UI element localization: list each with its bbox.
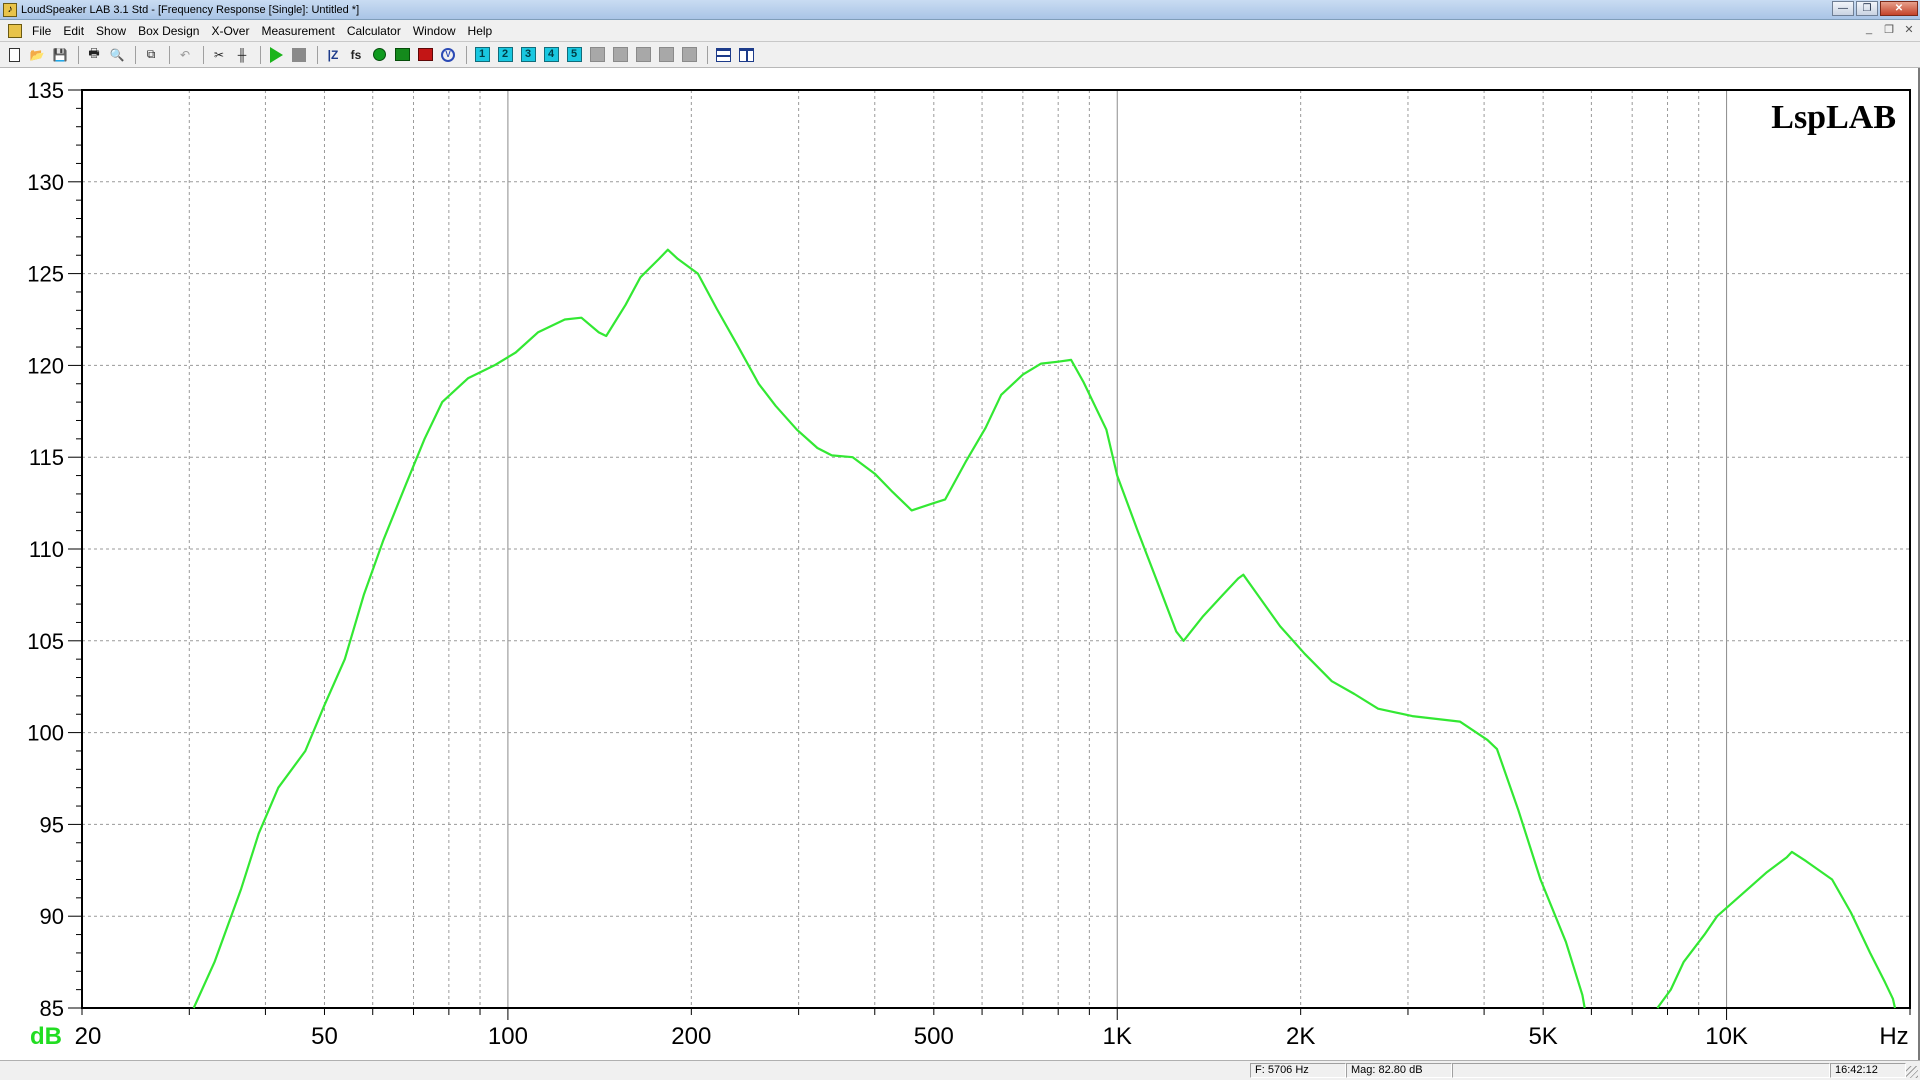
menu-show[interactable]: Show (90, 24, 132, 38)
print-preview-icon[interactable]: 🔍 (107, 45, 127, 65)
toolbar-separator (203, 45, 204, 64)
toolbar-separator (169, 45, 170, 64)
toolbar: 📂 💾 🖶 🔍 ⧉ ↶ ✂ ╫ |Z fs V 1 2 3 4 5 (0, 42, 1920, 68)
magnitude-readout: Mag: 82.80 dB (1346, 1063, 1452, 1078)
stop-icon[interactable] (289, 45, 309, 65)
close-button[interactable]: ✕ (1880, 1, 1918, 16)
menu-measurement[interactable]: Measurement (255, 24, 340, 38)
x-tick-label: 20 (75, 1023, 102, 1050)
y-tick-label: 85 (40, 996, 64, 1021)
x-axis-unit-label: Hz (1879, 1023, 1908, 1050)
time-readout: 16:42:12 (1830, 1063, 1906, 1078)
x-tick-label: 200 (671, 1023, 711, 1050)
response-curve (1656, 850, 1897, 1009)
toolbar-separator (317, 45, 318, 64)
status-panel-empty (1452, 1063, 1830, 1078)
toolbar-separator (78, 45, 79, 64)
window-controls: — ❐ ✕ (1832, 1, 1918, 16)
curve-2-button[interactable]: 2 (495, 45, 515, 65)
green-circle-icon[interactable] (369, 45, 389, 65)
green-chart-icon[interactable] (392, 45, 412, 65)
menu-box-design[interactable]: Box Design (132, 24, 205, 38)
x-tick-label: 100 (488, 1023, 528, 1050)
disabled-button[interactable] (610, 45, 630, 65)
restore-button[interactable]: ❐ (1856, 1, 1878, 16)
red-chart-icon[interactable] (415, 45, 435, 65)
fs-icon[interactable]: fs (346, 45, 366, 65)
y-axis-unit-label: dB (30, 1023, 62, 1050)
menu-help[interactable]: Help (462, 24, 499, 38)
disabled-button[interactable] (656, 45, 676, 65)
app-icon: ♪ (3, 2, 17, 17)
x-tick-label: 10K (1705, 1023, 1748, 1050)
print-icon[interactable]: 🖶 (84, 45, 104, 65)
x-tick-label: 2K (1286, 1023, 1315, 1050)
new-icon[interactable] (4, 45, 24, 65)
doc-minimize-button[interactable]: _ (1862, 23, 1876, 36)
copy-icon[interactable]: ⧉ (141, 45, 161, 65)
menu-edit[interactable]: Edit (57, 24, 90, 38)
menu-x-over[interactable]: X-Over (205, 24, 255, 38)
doc-close-button[interactable]: ✕ (1902, 23, 1916, 36)
y-tick-label: 90 (40, 904, 64, 929)
open-icon[interactable]: 📂 (27, 45, 47, 65)
menu-window[interactable]: Window (407, 24, 462, 38)
undo-icon[interactable]: ↶ (175, 45, 195, 65)
document-window-controls: _ ❐ ✕ (1862, 23, 1916, 36)
curve-3-button[interactable]: 3 (518, 45, 538, 65)
x-tick-label: 50 (311, 1023, 338, 1050)
doc-restore-button[interactable]: ❐ (1882, 23, 1896, 36)
y-tick-label: 100 (27, 721, 64, 746)
v-icon[interactable]: V (438, 45, 458, 65)
x-tick-label: 1K (1103, 1023, 1132, 1050)
resize-grip[interactable] (1906, 1066, 1918, 1078)
y-tick-label: 130 (27, 170, 64, 195)
response-curve (192, 248, 1586, 1009)
title-bar: ♪ LoudSpeaker LAB 3.1 Std - [Frequency R… (0, 0, 1920, 20)
y-tick-label: 120 (27, 353, 64, 378)
curve-5-button[interactable]: 5 (564, 45, 584, 65)
window-title: LoudSpeaker LAB 3.1 Std - [Frequency Res… (21, 3, 360, 16)
toolbar-separator (707, 45, 708, 64)
equalizer-icon[interactable]: ╫ (232, 45, 252, 65)
impedance-icon[interactable]: |Z (323, 45, 343, 65)
y-tick-label: 135 (27, 78, 64, 103)
watermark-logo: LspLAB (1771, 99, 1896, 136)
y-tick-label: 105 (27, 629, 64, 654)
play-icon[interactable] (266, 45, 286, 65)
y-tick-label: 115 (29, 445, 64, 470)
tile-horizontal-icon[interactable] (713, 45, 733, 65)
toolbar-separator (135, 45, 136, 64)
x-tick-label: 500 (914, 1023, 954, 1050)
y-tick-label: 95 (40, 812, 64, 837)
menu-bar: File Edit Show Box Design X-Over Measure… (0, 20, 1920, 42)
disabled-button[interactable] (679, 45, 699, 65)
disabled-button[interactable] (633, 45, 653, 65)
status-bar: F: 5706 Hz Mag: 82.80 dB 16:42:12 (0, 1060, 1920, 1080)
fs-label: fs (350, 47, 362, 62)
save-icon[interactable]: 💾 (50, 45, 70, 65)
minimize-button[interactable]: — (1832, 1, 1854, 16)
curve-1-button[interactable]: 1 (472, 45, 492, 65)
disabled-button[interactable] (587, 45, 607, 65)
toolbar-separator (466, 45, 467, 64)
menu-file[interactable]: File (26, 24, 57, 38)
y-tick-label: 110 (29, 537, 64, 562)
chart-area: 85 90 95 100 105 110 115 120 125 130 135 20 50 100 200… (0, 68, 1920, 1060)
frequency-readout: F: 5706 Hz (1250, 1063, 1346, 1078)
document-icon[interactable] (8, 23, 22, 38)
frequency-response-chart[interactable]: 85 90 95 100 105 110 115 120 125 130 135 20 50 100 200… (0, 68, 1918, 1060)
menu-calculator[interactable]: Calculator (341, 24, 407, 38)
tools-icon[interactable]: ✂ (209, 45, 229, 65)
y-tick-label: 125 (27, 262, 64, 287)
curve-4-button[interactable]: 4 (541, 45, 561, 65)
x-tick-label: 5K (1528, 1023, 1557, 1050)
toolbar-separator (260, 45, 261, 64)
tile-vertical-icon[interactable] (736, 45, 756, 65)
